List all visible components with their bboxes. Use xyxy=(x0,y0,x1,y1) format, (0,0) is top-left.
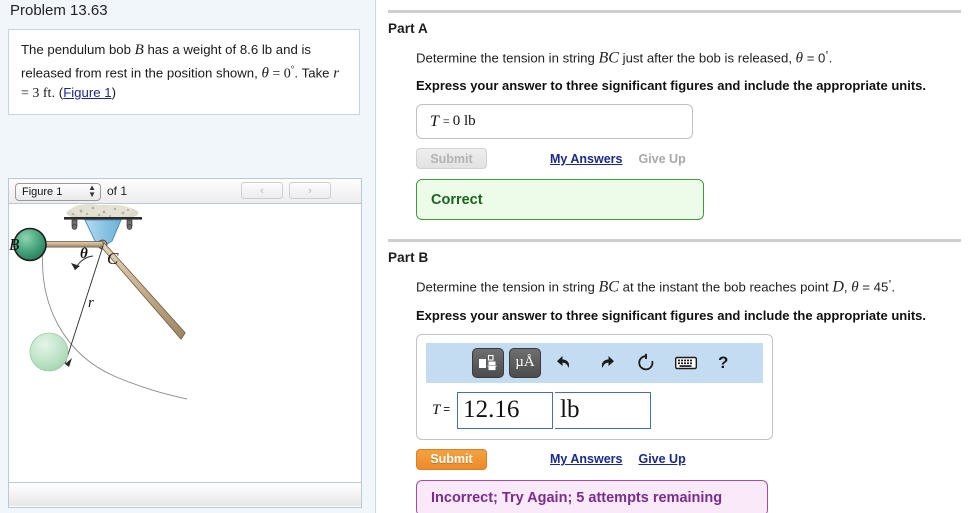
figure-footer-bar xyxy=(9,482,361,506)
qb-point-d: D xyxy=(832,278,844,296)
units-icon[interactable]: µÅ xyxy=(509,347,541,378)
figure-select[interactable]: Figure 1 xyxy=(15,182,101,201)
help-icon[interactable]: ? xyxy=(718,353,728,373)
qa-theta: θ xyxy=(795,50,804,67)
statement-fragment-5: ) xyxy=(111,85,116,101)
part-b-unit-input[interactable]: lb xyxy=(555,391,652,429)
undo-glyph xyxy=(557,355,570,368)
part-a-answer-value: 0 lb xyxy=(452,113,476,130)
figure-image: B C θ r xyxy=(9,204,361,482)
variable-B: B xyxy=(134,42,144,58)
part-a-button-row: Submit My Answers Give Up xyxy=(416,148,961,170)
left-problem-panel: Problem 13.63 The pendulum bob B has a w… xyxy=(0,0,376,513)
math-template-glyph xyxy=(479,354,497,370)
part-a-instruction: Express your answer to three significant… xyxy=(416,78,926,94)
qb-frag-3: . xyxy=(891,279,896,295)
part-a-equals-sign: = xyxy=(442,114,450,129)
qb-bc: BC xyxy=(598,278,619,296)
problem-statement-text: The pendulum bob B has a weight of 8.6 l… xyxy=(21,40,347,103)
figure-toolbar: Figure 1 ▲ ▼ of 1 ‹ › xyxy=(9,179,361,204)
answers-panel: Part A Determine the tension in string B… xyxy=(376,0,979,513)
bob-D xyxy=(29,332,69,372)
undo-icon[interactable] xyxy=(555,352,577,374)
part-b-value-input[interactable]: 12.16 xyxy=(457,391,554,429)
reset-glyph xyxy=(638,353,654,371)
part-b-my-answers-link[interactable]: My Answers xyxy=(550,452,622,466)
statement-fragment-4: . ( xyxy=(51,85,64,101)
problem-page: Problem 13.63 The pendulum bob B has a w… xyxy=(0,0,979,513)
redo-icon[interactable] xyxy=(595,352,617,374)
qb-frag-1: Determine the tension in string xyxy=(416,279,599,295)
math-toolbar: µÅ ? xyxy=(426,342,763,383)
part-b-title: Part B xyxy=(388,250,429,266)
problem-statement-box: The pendulum bob B has a weight of 8.6 l… xyxy=(8,29,360,116)
qa-frag-1: Determine the tension in string xyxy=(416,50,599,66)
math-template-icon[interactable] xyxy=(472,347,504,378)
part-b-equals-sign: = xyxy=(443,404,451,417)
part-a-title: Part A xyxy=(388,21,428,36)
r-value: = 3 ft xyxy=(21,86,52,102)
part-b-answer-panel: µÅ ? T = 12.16 lb xyxy=(416,333,773,440)
redo-glyph xyxy=(601,355,614,368)
part-a-answer-field[interactable]: T = 0 lb xyxy=(416,104,693,140)
units-glyph: µÅ xyxy=(515,354,535,371)
qa-frag-2: just after the bob is released, xyxy=(618,50,796,66)
statement-fragment-1: The pendulum bob xyxy=(21,42,135,57)
label-theta: θ xyxy=(80,246,88,262)
pendulum-diagram-svg: B C θ r xyxy=(9,204,188,400)
statement-fragment-3: . Take xyxy=(294,65,334,81)
part-a-question: Determine the tension in string BC just … xyxy=(416,47,961,67)
part-b-submit-button[interactable]: Submit xyxy=(416,448,487,470)
part-b-feedback-incorrect: Incorrect; Try Again; 5 attempts remaini… xyxy=(416,479,768,513)
qb-theta-val: = 45 xyxy=(858,279,889,295)
figure-prev-button[interactable]: ‹ xyxy=(241,182,283,199)
label-B: B xyxy=(9,235,20,254)
part-a-answer-label: T xyxy=(430,112,439,130)
figure-link[interactable]: Figure 1 xyxy=(63,85,111,100)
figure-select-wrapper[interactable]: Figure 1 ▲ ▼ xyxy=(15,182,101,201)
figure-count-label: of 1 xyxy=(107,184,128,198)
figure-nav-group: ‹ › xyxy=(235,182,331,199)
figure-panel: Figure 1 ▲ ▼ of 1 ‹ › B C θ r xyxy=(8,178,362,508)
part-a-give-up-link: Give Up xyxy=(638,151,686,166)
part-b-give-up-link[interactable]: Give Up xyxy=(638,452,685,466)
part-b-button-row: Submit My Answers Give Up xyxy=(416,448,961,470)
r-dimension-line xyxy=(64,245,104,365)
part-b-question: Determine the tension in string BC at th… xyxy=(416,276,961,296)
qa-theta-val: = 0 xyxy=(803,50,826,66)
theta-symbol: θ xyxy=(261,65,269,82)
part-a-my-answers-link[interactable]: My Answers xyxy=(550,152,622,166)
ceiling-support-icon xyxy=(64,204,142,221)
part-a-submit-button[interactable]: Submit xyxy=(416,148,487,170)
qa-bc: BC xyxy=(598,49,619,67)
label-r: r xyxy=(88,295,94,311)
keyboard-glyph xyxy=(675,356,697,369)
qa-frag-3: . xyxy=(828,50,833,66)
part-b-answer-label: T xyxy=(432,401,441,418)
variable-r: r xyxy=(333,65,340,82)
trajectory-arc xyxy=(42,250,188,400)
part-b-body: Determine the tension in string BC at th… xyxy=(388,276,961,513)
qb-theta: θ xyxy=(851,279,859,296)
part-b-instruction: Express your answer to three significant… xyxy=(416,307,926,323)
part-b-input-row: T = 12.16 lb xyxy=(426,391,763,429)
qb-frag-2: at the instant the bob reaches point xyxy=(618,279,833,295)
reset-icon[interactable] xyxy=(635,352,657,374)
label-C: C xyxy=(107,249,119,268)
theta-value: = 0 xyxy=(268,66,291,82)
figure-next-button[interactable]: › xyxy=(289,182,331,199)
part-a-body: Determine the tension in string BC just … xyxy=(388,47,961,221)
keyboard-icon[interactable] xyxy=(675,352,697,374)
part-b-divider xyxy=(388,239,961,243)
page-title: Problem 13.63 xyxy=(10,2,108,19)
part-a-feedback-correct: Correct xyxy=(416,179,704,221)
part-a-divider xyxy=(388,10,961,13)
